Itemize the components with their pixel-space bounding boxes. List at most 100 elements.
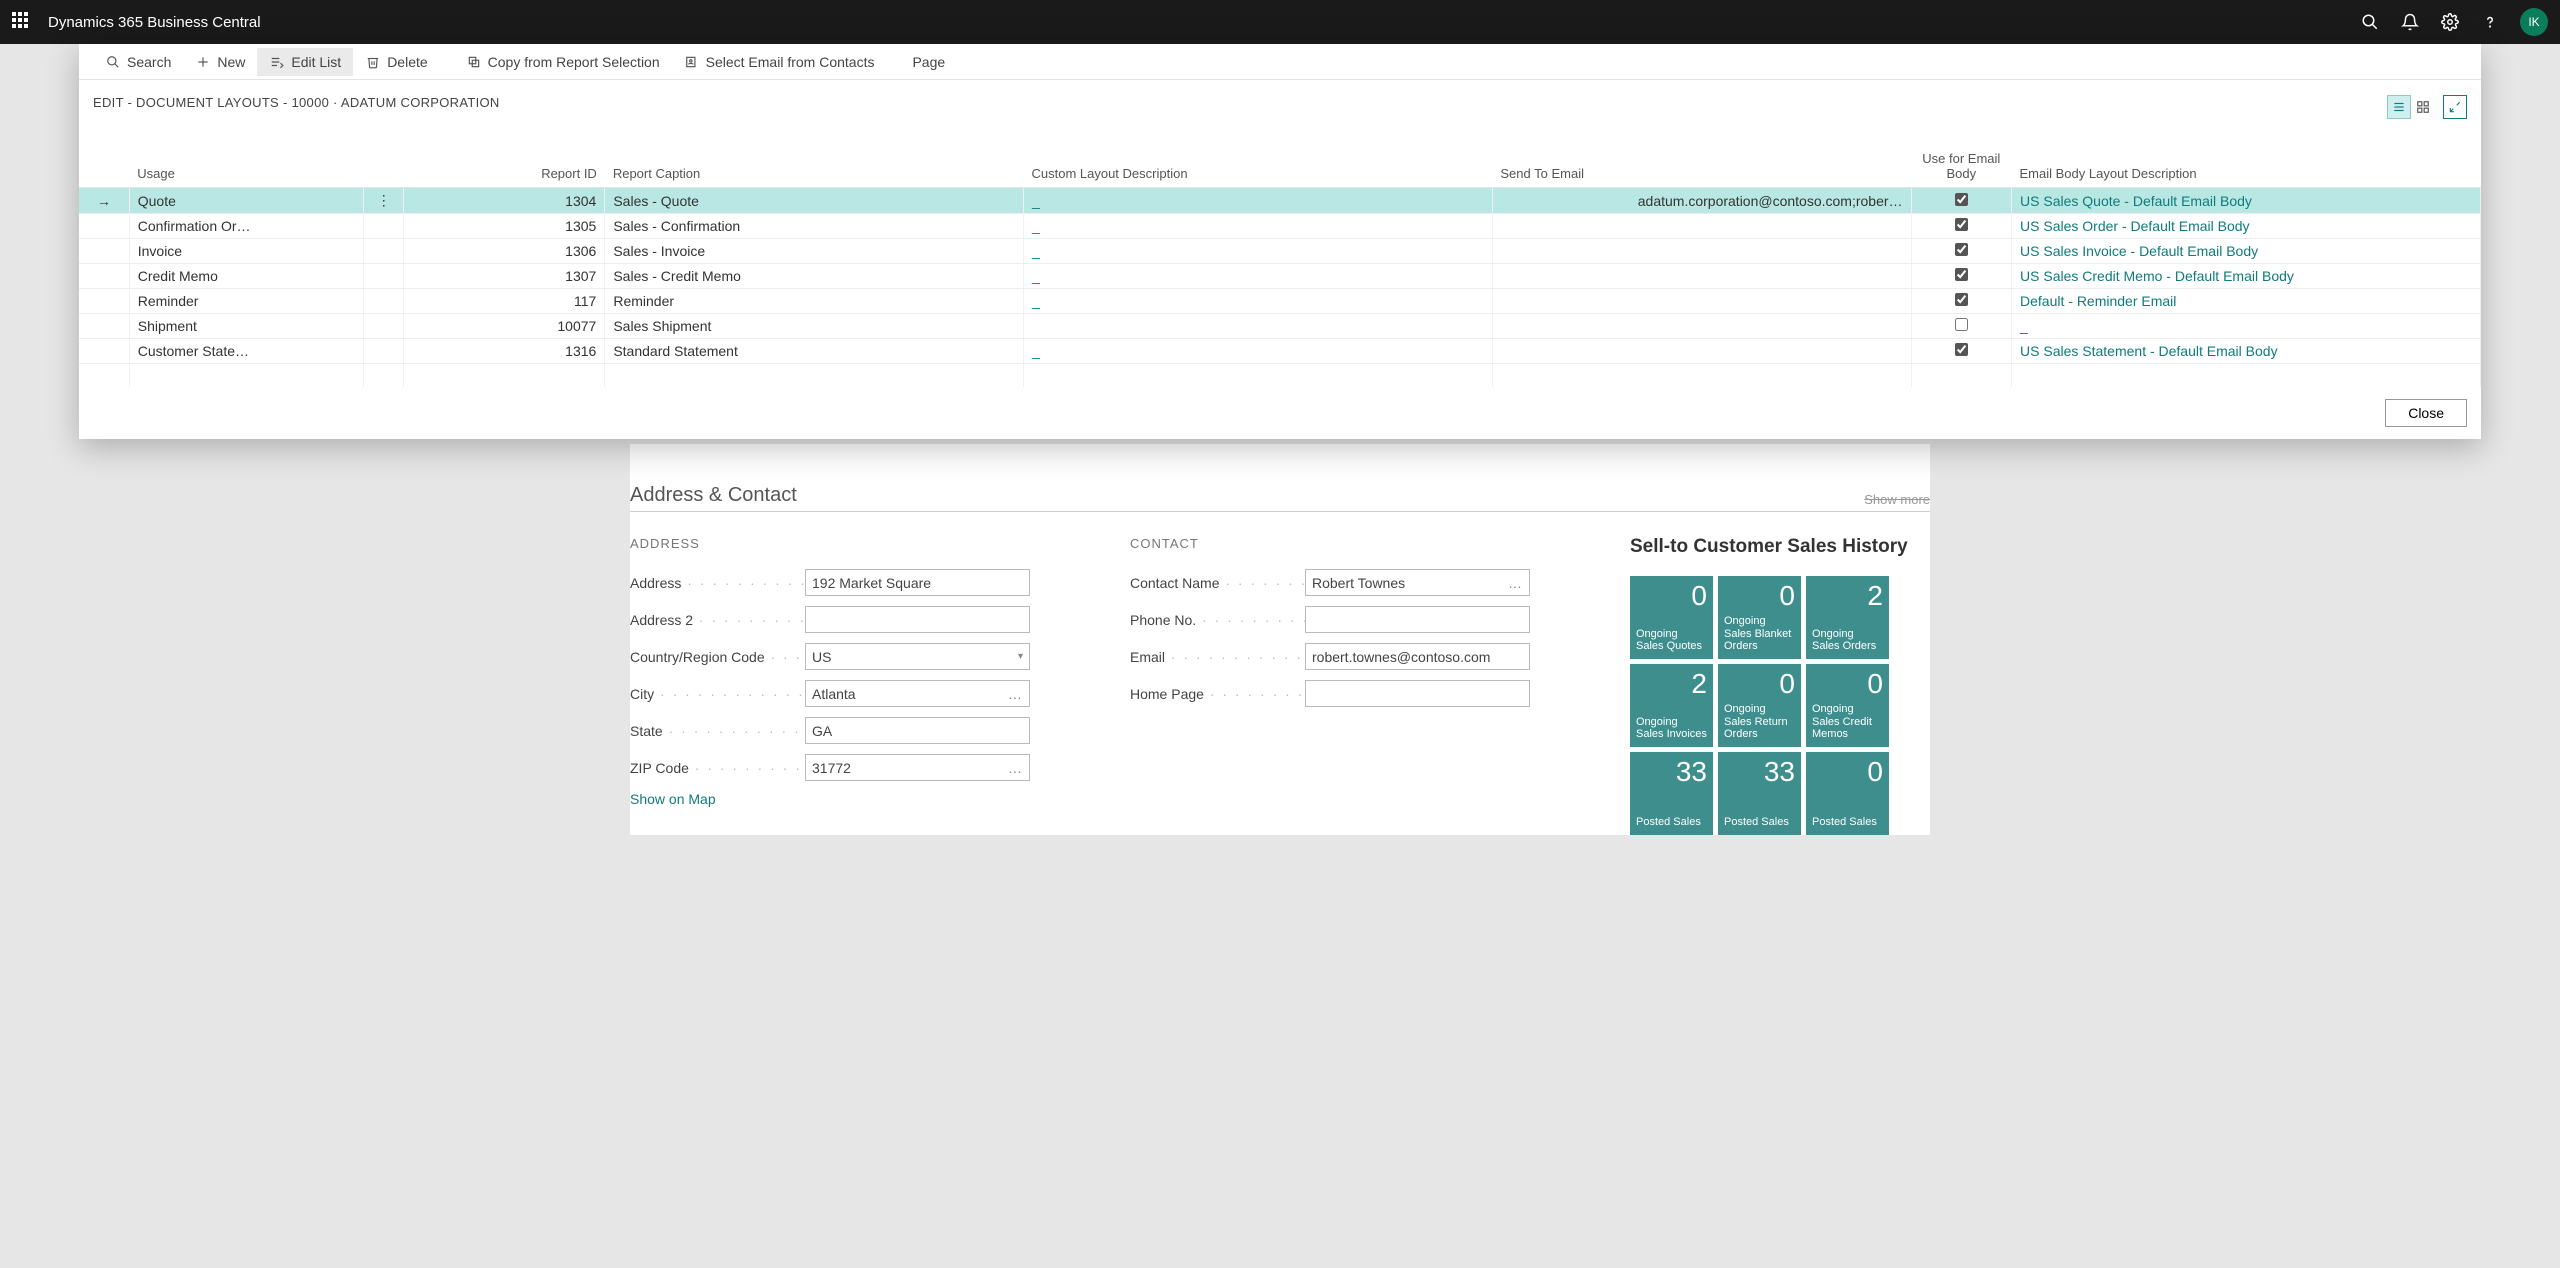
lookup-icon[interactable]: …: [1008, 686, 1023, 702]
lookup-icon[interactable]: …: [1008, 760, 1023, 776]
cell-usage[interactable]: Credit Memo: [129, 264, 363, 289]
cell-use-for-body[interactable]: [1911, 214, 2011, 239]
cell-body-desc[interactable]: US Sales Order - Default Email Body: [2012, 214, 2481, 239]
app-launcher-icon[interactable]: [12, 12, 32, 32]
table-row[interactable]: Credit Memo1307Sales - Credit Memo_US Sa…: [79, 264, 2481, 289]
cell-usage[interactable]: Quote: [129, 188, 363, 214]
table-row[interactable]: →Quote⋮1304Sales - Quote_adatum.corporat…: [79, 188, 2481, 214]
cell-report-caption[interactable]: Sales - Confirmation: [605, 214, 1024, 239]
cell-usage[interactable]: Customer State…: [129, 339, 363, 364]
cell-custom-layout[interactable]: _: [1023, 289, 1492, 314]
cell-use-for-body[interactable]: [1911, 188, 2011, 214]
col-send-to-email[interactable]: Send To Email: [1492, 127, 1911, 188]
lookup-icon[interactable]: …: [1508, 575, 1523, 591]
avatar[interactable]: IK: [2520, 8, 2548, 36]
sales-tile[interactable]: 33Posted Sales: [1718, 752, 1801, 835]
cell-body-desc[interactable]: _: [2012, 314, 2481, 339]
col-report-id[interactable]: Report ID: [404, 127, 605, 188]
address2-input[interactable]: [805, 606, 1030, 633]
table-row[interactable]: Reminder117Reminder_Default - Reminder E…: [79, 289, 2481, 314]
expand-button[interactable]: [2443, 95, 2467, 119]
cell-send-to-email[interactable]: [1492, 214, 1911, 239]
row-menu-button[interactable]: [364, 239, 404, 264]
address-input[interactable]: 192 Market Square: [805, 569, 1030, 596]
sales-tile[interactable]: 2Ongoing Sales Invoices: [1630, 664, 1713, 747]
bell-icon[interactable]: [2400, 12, 2420, 32]
col-use-for-email-body[interactable]: Use for Email Body: [1911, 127, 2011, 188]
row-menu-button[interactable]: ⋮: [364, 188, 404, 214]
cell-use-for-body[interactable]: [1911, 239, 2011, 264]
sales-tile[interactable]: 2Ongoing Sales Orders: [1806, 576, 1889, 659]
table-row-empty[interactable]: [79, 364, 2481, 388]
cell-send-to-email[interactable]: [1492, 339, 1911, 364]
page-menu-button[interactable]: Page: [900, 48, 957, 76]
sales-tile[interactable]: 0Posted Sales: [1806, 752, 1889, 835]
cell-use-for-body[interactable]: [1911, 314, 2011, 339]
cell-body-desc[interactable]: US Sales Statement - Default Email Body: [2012, 339, 2481, 364]
cell-usage[interactable]: Invoice: [129, 239, 363, 264]
show-more-link[interactable]: Show more: [1864, 492, 1930, 507]
phone-input[interactable]: [1305, 606, 1530, 633]
cell-use-for-body[interactable]: [1911, 339, 2011, 364]
cell-usage[interactable]: Reminder: [129, 289, 363, 314]
new-button[interactable]: New: [183, 48, 257, 76]
cell-custom-layout[interactable]: [1023, 314, 1492, 339]
cell-report-id[interactable]: 10077: [404, 314, 605, 339]
col-usage[interactable]: Usage: [129, 127, 363, 188]
table-row[interactable]: Confirmation Or…1305Sales - Confirmation…: [79, 214, 2481, 239]
tile-view-button[interactable]: [2411, 95, 2435, 119]
copy-from-button[interactable]: Copy from Report Selection: [454, 48, 672, 76]
help-icon[interactable]: [2480, 12, 2500, 32]
cell-custom-layout[interactable]: _: [1023, 339, 1492, 364]
table-row[interactable]: Customer State… 1316Standard Statement_ US…: [79, 339, 2481, 364]
home-page-input[interactable]: [1305, 680, 1530, 707]
cell-send-to-email[interactable]: [1492, 239, 1911, 264]
gear-icon[interactable]: [2440, 12, 2460, 32]
cell-custom-layout[interactable]: _: [1023, 214, 1492, 239]
cell-body-desc[interactable]: US Sales Credit Memo - Default Email Bod…: [2012, 264, 2481, 289]
col-report-caption[interactable]: Report Caption: [605, 127, 1024, 188]
cell-send-to-email[interactable]: [1492, 264, 1911, 289]
col-email-body-desc[interactable]: Email Body Layout Description: [2012, 127, 2481, 188]
use-for-body-checkbox[interactable]: [1955, 293, 1968, 306]
cell-send-to-email[interactable]: [1492, 314, 1911, 339]
row-menu-button[interactable]: [364, 339, 404, 364]
search-icon[interactable]: [2360, 12, 2380, 32]
cell-custom-layout[interactable]: _: [1023, 188, 1492, 214]
cell-usage[interactable]: Shipment: [129, 314, 363, 339]
cell-report-id[interactable]: 117: [404, 289, 605, 314]
row-menu-button[interactable]: [364, 214, 404, 239]
cell-body-desc[interactable]: US Sales Quote - Default Email Body: [2012, 188, 2481, 214]
cell-custom-layout[interactable]: _: [1023, 239, 1492, 264]
contact-name-input[interactable]: Robert Townes…: [1305, 569, 1530, 596]
cell-body-desc[interactable]: US Sales Invoice - Default Email Body: [2012, 239, 2481, 264]
col-custom-layout[interactable]: Custom Layout Description: [1023, 127, 1492, 188]
use-for-body-checkbox[interactable]: [1955, 343, 1968, 356]
cell-report-id[interactable]: 1316: [404, 339, 605, 364]
sales-tile[interactable]: 0Ongoing Sales Credit Memos: [1806, 664, 1889, 747]
cell-report-caption[interactable]: Sales - Credit Memo: [605, 264, 1024, 289]
cell-report-id[interactable]: 1307: [404, 264, 605, 289]
chevron-down-icon[interactable]: ▾: [1018, 651, 1023, 662]
cell-use-for-body[interactable]: [1911, 289, 2011, 314]
sales-tile[interactable]: 0Ongoing Sales Blanket Orders: [1718, 576, 1801, 659]
table-row[interactable]: Invoice 1306Sales - Invoice_ US Sales Invo…: [79, 239, 2481, 264]
select-email-button[interactable]: Select Email from Contacts: [672, 48, 887, 76]
sales-tile[interactable]: 33Posted Sales: [1630, 752, 1713, 835]
row-menu-button[interactable]: [364, 314, 404, 339]
cell-report-caption[interactable]: Sales Shipment: [605, 314, 1024, 339]
cell-report-caption[interactable]: Standard Statement: [605, 339, 1024, 364]
use-for-body-checkbox[interactable]: [1955, 243, 1968, 256]
sales-tile[interactable]: 0Ongoing Sales Return Orders: [1718, 664, 1801, 747]
use-for-body-checkbox[interactable]: [1955, 318, 1968, 331]
show-on-map-link[interactable]: Show on Map: [630, 791, 1070, 807]
use-for-body-checkbox[interactable]: [1955, 268, 1968, 281]
cell-report-caption[interactable]: Sales - Invoice: [605, 239, 1024, 264]
cell-report-id[interactable]: 1306: [404, 239, 605, 264]
cell-report-caption[interactable]: Reminder: [605, 289, 1024, 314]
email-input[interactable]: robert.townes@contoso.com: [1305, 643, 1530, 670]
list-view-button[interactable]: [2387, 95, 2411, 119]
cell-report-caption[interactable]: Sales - Quote: [605, 188, 1024, 214]
cell-body-desc[interactable]: Default - Reminder Email: [2012, 289, 2481, 314]
cell-report-id[interactable]: 1304: [404, 188, 605, 214]
